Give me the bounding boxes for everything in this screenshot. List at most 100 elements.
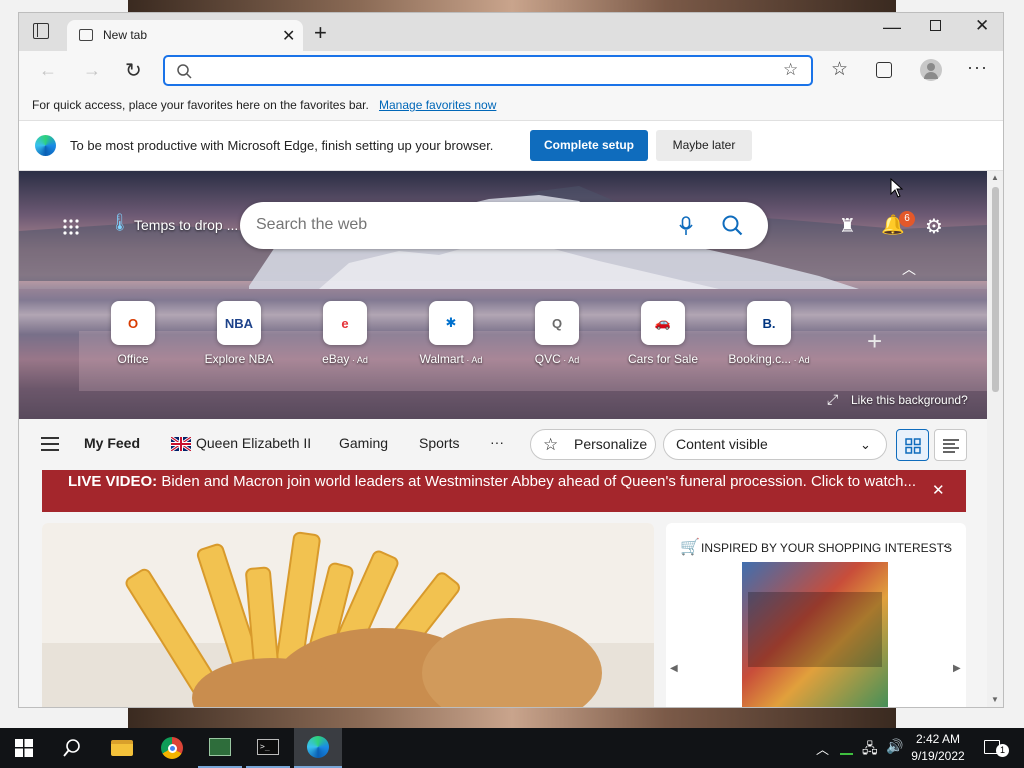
complete-setup-button[interactable]: Complete setup bbox=[530, 130, 648, 161]
hamburger-menu-icon[interactable] bbox=[41, 437, 59, 451]
shopping-more-button[interactable]: ··· bbox=[938, 538, 951, 553]
folder-icon bbox=[111, 740, 133, 756]
address-bar[interactable]: ☆ bbox=[163, 55, 813, 86]
new-tab-page: 🌡 Temps to drop ... ♜ 🔔 6 ⚙ ︿ OOfficeNBA… bbox=[19, 171, 987, 707]
terminal-button[interactable]: >_ bbox=[246, 728, 290, 768]
chevron-down-icon: ⌄ bbox=[860, 437, 871, 452]
list-icon bbox=[943, 439, 959, 453]
taskbar: >_ ︿ 🖧 🔊 2:42 AM 9/19/2022 1 bbox=[0, 728, 1024, 768]
personalize-button[interactable]: ☆ Personalize bbox=[530, 429, 656, 460]
gta-game-cover-image bbox=[742, 562, 888, 707]
collapse-chevron-icon[interactable]: ︿ bbox=[902, 259, 916, 279]
web-search-box[interactable] bbox=[240, 202, 768, 249]
my-feed-tab[interactable]: My Feed bbox=[84, 435, 140, 451]
settings-more-button[interactable]: ··· bbox=[967, 57, 988, 78]
edge-window: New tab ✕ + — ✕ ← → ↻ ☆ ☆ ··· For quick … bbox=[18, 12, 1004, 708]
back-button[interactable]: ← bbox=[39, 60, 57, 81]
new-tab-button[interactable]: + bbox=[314, 20, 327, 46]
quick-link-tile[interactable]: ✱ Walmart · Ad bbox=[406, 301, 496, 366]
address-input[interactable] bbox=[201, 60, 761, 82]
quick-link-tile[interactable]: NBA Explore NBA bbox=[194, 301, 284, 366]
file-explorer-button[interactable] bbox=[100, 728, 144, 768]
apps-grid-icon[interactable] bbox=[63, 219, 79, 235]
minimize-button[interactable]: — bbox=[883, 17, 901, 38]
scroll-up-icon[interactable]: ▲ bbox=[991, 173, 999, 182]
quick-link-label: QVC · Ad bbox=[512, 352, 602, 366]
tab-new-tab[interactable]: New tab ✕ bbox=[67, 20, 303, 51]
refresh-button[interactable]: ↻ bbox=[125, 58, 142, 83]
volume-icon[interactable]: 🔊 bbox=[886, 738, 903, 755]
quick-link-tile[interactable]: 🚗 Cars for Sale bbox=[618, 301, 708, 366]
search-submit-icon[interactable] bbox=[722, 215, 743, 236]
quick-link-name: eBay bbox=[322, 352, 350, 366]
content-visibility-dropdown[interactable]: Content visible ⌄ bbox=[663, 429, 887, 460]
quick-link-tile[interactable]: O Office bbox=[88, 301, 178, 366]
forward-button[interactable]: → bbox=[83, 60, 101, 81]
quick-link-tile[interactable]: Q QVC · Ad bbox=[512, 301, 602, 366]
desktop-photo-top bbox=[128, 0, 896, 12]
ebay-icon: e bbox=[323, 301, 367, 345]
grid-layout-button[interactable] bbox=[896, 429, 929, 461]
quick-link-name: QVC bbox=[534, 352, 561, 366]
tab-title: New tab bbox=[103, 28, 148, 42]
close-tab-icon[interactable]: ✕ bbox=[282, 26, 295, 46]
topic-queen-elizabeth[interactable]: Queen Elizabeth II bbox=[196, 435, 311, 451]
list-layout-button[interactable] bbox=[934, 429, 967, 461]
more-topics-button[interactable]: ··· bbox=[490, 434, 504, 450]
thermometer-icon: 🌡 bbox=[109, 213, 131, 232]
tab-actions-icon[interactable] bbox=[33, 23, 49, 39]
taskbar-search-button[interactable] bbox=[50, 728, 94, 768]
ad-label: · Ad bbox=[349, 355, 368, 365]
carousel-next-icon[interactable]: ▶ bbox=[953, 663, 961, 674]
quick-link-tile[interactable]: B. Booking.c... · Ad bbox=[724, 301, 814, 366]
profile-avatar[interactable] bbox=[920, 59, 942, 81]
task-manager-button[interactable] bbox=[198, 728, 242, 768]
desktop-photo-bottom bbox=[128, 708, 896, 728]
car-icon: 🚗 bbox=[641, 301, 685, 345]
live-video-banner[interactable]: LIVE VIDEO: Biden and Macron join world … bbox=[42, 470, 966, 512]
quick-link-label: Explore NBA bbox=[194, 352, 284, 366]
windows-logo-icon bbox=[15, 739, 33, 757]
weather-text[interactable]: Temps to drop ... bbox=[134, 217, 238, 233]
edge-taskbar-button[interactable] bbox=[294, 728, 342, 768]
favorites-icon[interactable]: ☆ bbox=[831, 58, 848, 81]
shopping-card[interactable]: 🛒 INSPIRED BY YOUR SHOPPING INTERESTS ··… bbox=[666, 523, 966, 707]
tray-chevron-icon[interactable]: ︿ bbox=[816, 739, 829, 758]
maybe-later-button[interactable]: Maybe later bbox=[656, 130, 752, 161]
carousel-prev-icon[interactable]: ◀ bbox=[670, 663, 678, 674]
close-banner-icon[interactable]: ✕ bbox=[932, 480, 945, 501]
ad-label: · Ad bbox=[463, 355, 483, 365]
rewards-icon[interactable]: ♜ bbox=[839, 215, 856, 238]
page-settings-icon[interactable]: ⚙ bbox=[925, 214, 943, 239]
topic-sports[interactable]: Sports bbox=[419, 435, 459, 451]
scroll-down-icon[interactable]: ▼ bbox=[991, 695, 999, 704]
web-search-input[interactable] bbox=[256, 214, 656, 236]
manage-favorites-link[interactable]: Manage favorites now bbox=[379, 98, 496, 112]
clock-time: 2:42 AM bbox=[915, 732, 961, 746]
topic-gaming[interactable]: Gaming bbox=[339, 435, 388, 451]
clock[interactable]: 2:42 AM 9/19/2022 bbox=[910, 731, 966, 765]
add-shortcut-button[interactable]: + bbox=[867, 326, 882, 357]
ad-label: · Ad bbox=[560, 355, 580, 365]
start-button[interactable] bbox=[2, 728, 46, 768]
microphone-icon[interactable] bbox=[679, 216, 693, 236]
scrollbar-thumb[interactable] bbox=[992, 187, 999, 392]
network-icon[interactable]: 🖧 bbox=[862, 738, 878, 762]
news-card-image[interactable] bbox=[42, 523, 654, 707]
like-background-link[interactable]: Like this background? bbox=[851, 393, 968, 407]
page-scrollbar[interactable]: ▲ ▼ bbox=[987, 171, 1003, 707]
toolbar: ← → ↻ ☆ ☆ ··· bbox=[19, 51, 1003, 91]
content-visible-label: Content visible bbox=[676, 436, 768, 452]
add-favorite-icon[interactable]: ☆ bbox=[783, 60, 798, 80]
feed-navigation: My Feed Queen Elizabeth II Gaming Sports… bbox=[19, 419, 987, 469]
quick-link-label: Walmart · Ad bbox=[406, 352, 496, 366]
collections-icon[interactable] bbox=[876, 62, 892, 78]
close-window-button[interactable]: ✕ bbox=[975, 16, 989, 36]
quick-link-tile[interactable]: e eBay · Ad bbox=[300, 301, 390, 366]
uk-flag-icon bbox=[171, 437, 191, 451]
chrome-button[interactable] bbox=[150, 728, 194, 768]
tray-app-icon[interactable] bbox=[840, 753, 853, 755]
booking-icon: B. bbox=[747, 301, 791, 345]
maximize-button[interactable] bbox=[930, 20, 941, 31]
quick-link-name: Explore NBA bbox=[204, 352, 274, 366]
